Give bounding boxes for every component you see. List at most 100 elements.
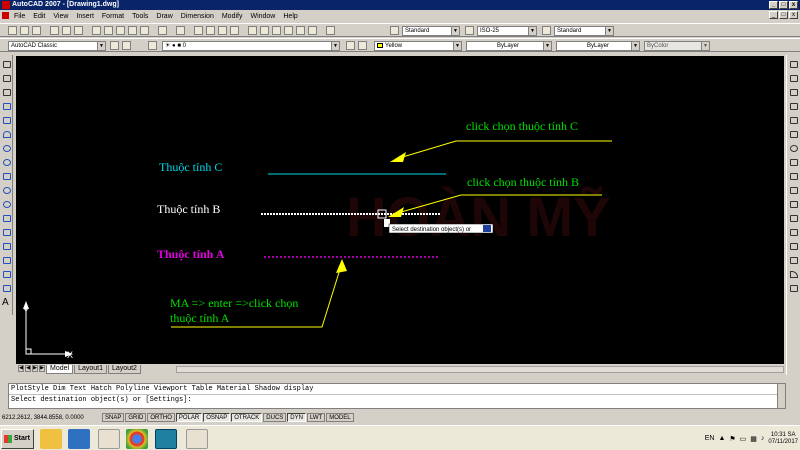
sheet-set-icon[interactable]	[284, 26, 293, 35]
break-at-point-icon[interactable]	[790, 215, 798, 222]
block-editor-icon[interactable]	[140, 26, 149, 35]
array-icon[interactable]	[790, 117, 798, 124]
open-icon[interactable]	[20, 26, 29, 35]
plot-preview-icon[interactable]	[62, 26, 71, 35]
tab-layout2[interactable]: Layout2	[108, 364, 141, 374]
construction-line-icon[interactable]	[3, 75, 11, 82]
copy-object-icon[interactable]	[790, 75, 798, 82]
join-icon[interactable]	[790, 243, 798, 250]
new-icon[interactable]	[8, 26, 17, 35]
hatch-icon[interactable]	[3, 257, 11, 264]
dim-style-icon[interactable]	[465, 26, 474, 35]
menu-format[interactable]: Format	[98, 13, 128, 20]
redo-icon[interactable]	[176, 26, 185, 35]
clock[interactable]: 10:31 SA 07/11/2017	[768, 432, 798, 446]
polygon-icon[interactable]	[3, 103, 11, 110]
stretch-icon[interactable]	[790, 173, 798, 180]
menu-view[interactable]: View	[49, 13, 72, 20]
menu-modify[interactable]: Modify	[218, 13, 247, 20]
workspace-settings-icon[interactable]	[110, 41, 119, 50]
workspace-select[interactable]: AutoCAD Classic ▼	[8, 41, 106, 51]
table-style-icon[interactable]	[542, 26, 551, 35]
offset-icon[interactable]	[790, 103, 798, 110]
chamfer-icon[interactable]	[790, 257, 798, 264]
command-prompt[interactable]: Select destination object(s) or [Setting…	[9, 395, 785, 406]
move-icon[interactable]	[790, 131, 798, 138]
explode-icon[interactable]	[790, 285, 798, 292]
polyline-icon[interactable]	[3, 89, 11, 96]
text-style-icon[interactable]	[390, 26, 399, 35]
match-properties-icon[interactable]	[128, 26, 137, 35]
tray-up-arrow-icon[interactable]: ▲	[718, 435, 725, 442]
save-icon[interactable]	[32, 26, 41, 35]
make-layer-current-icon[interactable]	[346, 41, 355, 50]
grid-toggle[interactable]: GRID	[125, 413, 147, 422]
layer-properties-icon[interactable]	[148, 41, 157, 50]
rectangle-icon[interactable]	[3, 117, 11, 124]
revision-cloud-icon[interactable]	[3, 159, 11, 166]
menu-dimension[interactable]: Dimension	[177, 13, 218, 20]
network-icon[interactable]: ▦	[750, 435, 757, 443]
gradient-icon[interactable]	[3, 271, 11, 278]
horizontal-scrollbar[interactable]	[176, 366, 784, 373]
dyn-toggle[interactable]: DYN	[287, 413, 306, 422]
doc-close-button[interactable]: x	[789, 11, 798, 19]
help-icon[interactable]	[326, 26, 335, 35]
make-block-icon[interactable]	[3, 229, 11, 236]
tab-layout1[interactable]: Layout1	[74, 364, 107, 374]
copy-icon[interactable]	[104, 26, 113, 35]
ortho-toggle[interactable]: ORTHO	[147, 413, 175, 422]
menu-tools[interactable]: Tools	[128, 13, 152, 20]
tooltip-options-icon[interactable]	[483, 225, 491, 232]
layer-previous-icon[interactable]	[358, 41, 367, 50]
table-style-select[interactable]: Standard ▼	[554, 26, 614, 36]
drawing-canvas[interactable]: HOÀN MỸ Thuộc tính C Thuộc tính B Thuộc …	[16, 56, 784, 364]
dim-style-select[interactable]: ISO-25 ▼	[477, 26, 537, 36]
doc-restore-button[interactable]: □	[779, 11, 788, 19]
rotate-icon[interactable]	[790, 145, 798, 152]
media-player-icon[interactable]	[68, 429, 90, 449]
design-center-icon[interactable]	[260, 26, 269, 35]
otrack-toggle[interactable]: OTRACK	[231, 413, 263, 422]
print-icon[interactable]	[50, 26, 59, 35]
insert-block-icon[interactable]	[3, 215, 11, 222]
minimize-button[interactable]: _	[769, 1, 778, 9]
menu-insert[interactable]: Insert	[72, 13, 98, 20]
markup-icon[interactable]	[296, 26, 305, 35]
next-tab-icon[interactable]: ▶	[32, 365, 38, 372]
network-app-icon[interactable]	[98, 429, 120, 449]
volume-icon[interactable]: ♪	[761, 435, 765, 442]
line-icon[interactable]	[3, 61, 11, 68]
arc-icon[interactable]	[3, 131, 11, 138]
first-tab-icon[interactable]: ◀	[18, 365, 24, 372]
spline-icon[interactable]	[3, 173, 11, 180]
file-explorer-icon[interactable]	[40, 429, 62, 449]
start-button[interactable]: Start	[1, 429, 34, 449]
cut-icon[interactable]	[92, 26, 101, 35]
tab-model[interactable]: Model	[46, 364, 74, 374]
menu-help[interactable]: Help	[279, 13, 301, 20]
command-scrollbar[interactable]	[777, 384, 785, 408]
text-style-select[interactable]: Standard ▼	[402, 26, 460, 36]
zoom-previous-icon[interactable]	[230, 26, 239, 35]
pan-icon[interactable]	[194, 26, 203, 35]
close-button[interactable]: x	[789, 1, 798, 9]
ducs-toggle[interactable]: DUCS	[263, 413, 287, 422]
undo-icon[interactable]	[158, 26, 167, 35]
region-icon[interactable]	[3, 285, 11, 292]
lineweight-select[interactable]: ByLayer ▼	[556, 41, 640, 51]
extend-icon[interactable]	[790, 201, 798, 208]
properties-icon[interactable]	[248, 26, 257, 35]
break-icon[interactable]	[790, 229, 798, 236]
circle-icon[interactable]	[3, 145, 11, 152]
tool-palettes-icon[interactable]	[272, 26, 281, 35]
language-indicator[interactable]: EN	[705, 435, 715, 442]
fillet-icon[interactable]	[790, 271, 798, 278]
menu-file[interactable]: File	[10, 13, 29, 20]
flag-tray-icon[interactable]: ⚑	[729, 435, 735, 443]
mirror-icon[interactable]	[790, 89, 798, 96]
last-tab-icon[interactable]: ▶	[39, 365, 45, 372]
linetype-select[interactable]: ByLayer ▼	[466, 41, 552, 51]
ellipse-icon[interactable]	[3, 187, 11, 194]
maximize-button[interactable]: □	[779, 1, 788, 9]
